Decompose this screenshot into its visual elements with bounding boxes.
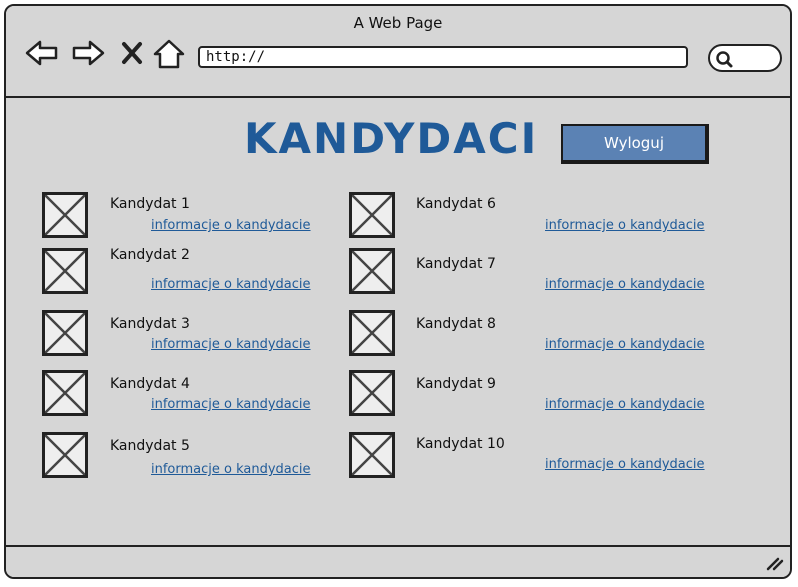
candidate-3-image xyxy=(42,310,88,356)
image-placeholder-icon xyxy=(352,195,392,235)
image-placeholder-icon xyxy=(352,373,392,413)
logout-button[interactable]: Wyloguj xyxy=(561,124,709,164)
candidate-info-link[interactable]: informacje o kandydacie xyxy=(151,397,311,412)
image-placeholder-icon xyxy=(352,435,392,475)
search-field[interactable] xyxy=(708,44,782,72)
candidate-8-image xyxy=(349,310,395,356)
back-arrow-icon[interactable] xyxy=(24,38,60,68)
candidate-info-link[interactable]: informacje o kandydacie xyxy=(545,277,705,292)
image-placeholder-icon xyxy=(352,313,392,353)
candidate-9-image xyxy=(349,370,395,416)
candidate-10-image xyxy=(349,432,395,478)
browser-window: A Web Page http:// KANDYDACI Wyloguj Kan… xyxy=(4,4,792,579)
candidate-name: Kandydat 7 xyxy=(416,256,496,272)
candidate-info-link[interactable]: informacje o kandydacie xyxy=(151,277,311,292)
candidate-name: Kandydat 5 xyxy=(110,438,190,454)
resize-grip-icon[interactable] xyxy=(764,555,784,571)
image-placeholder-icon xyxy=(45,435,85,475)
status-bar xyxy=(6,545,790,577)
candidate-name: Kandydat 6 xyxy=(416,196,496,212)
candidate-info-link[interactable]: informacje o kandydacie xyxy=(151,337,311,352)
image-placeholder-icon xyxy=(45,195,85,235)
candidate-info-link[interactable]: informacje o kandydacie xyxy=(151,462,311,477)
close-icon[interactable] xyxy=(120,38,144,68)
candidate-4-image xyxy=(42,370,88,416)
window-title: A Web Page xyxy=(353,14,443,32)
image-placeholder-icon xyxy=(45,251,85,291)
image-placeholder-icon xyxy=(45,373,85,413)
candidate-name: Kandydat 4 xyxy=(110,376,190,392)
candidate-name: Kandydat 8 xyxy=(416,316,496,332)
candidate-name: Kandydat 1 xyxy=(110,196,190,212)
candidate-info-link[interactable]: informacje o kandydacie xyxy=(545,397,705,412)
candidate-6-image xyxy=(349,192,395,238)
browser-toolbar: A Web Page http:// xyxy=(6,6,790,98)
page-title: KANDYDACI xyxy=(244,114,539,163)
candidate-name: Kandydat 3 xyxy=(110,316,190,332)
home-icon[interactable] xyxy=(152,38,186,70)
url-input[interactable]: http:// xyxy=(198,46,688,68)
candidate-info-link[interactable]: informacje o kandydacie xyxy=(151,218,311,233)
candidate-2-image xyxy=(42,248,88,294)
search-icon xyxy=(716,51,733,68)
candidate-info-link[interactable]: informacje o kandydacie xyxy=(545,337,705,352)
forward-arrow-icon[interactable] xyxy=(70,38,106,68)
candidate-info-link[interactable]: informacje o kandydacie xyxy=(545,457,705,472)
candidate-name: Kandydat 2 xyxy=(110,247,190,263)
candidate-name: Kandydat 10 xyxy=(416,436,505,452)
candidate-1-image xyxy=(42,192,88,238)
candidate-info-link[interactable]: informacje o kandydacie xyxy=(545,218,705,233)
candidate-7-image xyxy=(349,248,395,294)
candidate-name: Kandydat 9 xyxy=(416,376,496,392)
candidate-5-image xyxy=(42,432,88,478)
image-placeholder-icon xyxy=(45,313,85,353)
image-placeholder-icon xyxy=(352,251,392,291)
